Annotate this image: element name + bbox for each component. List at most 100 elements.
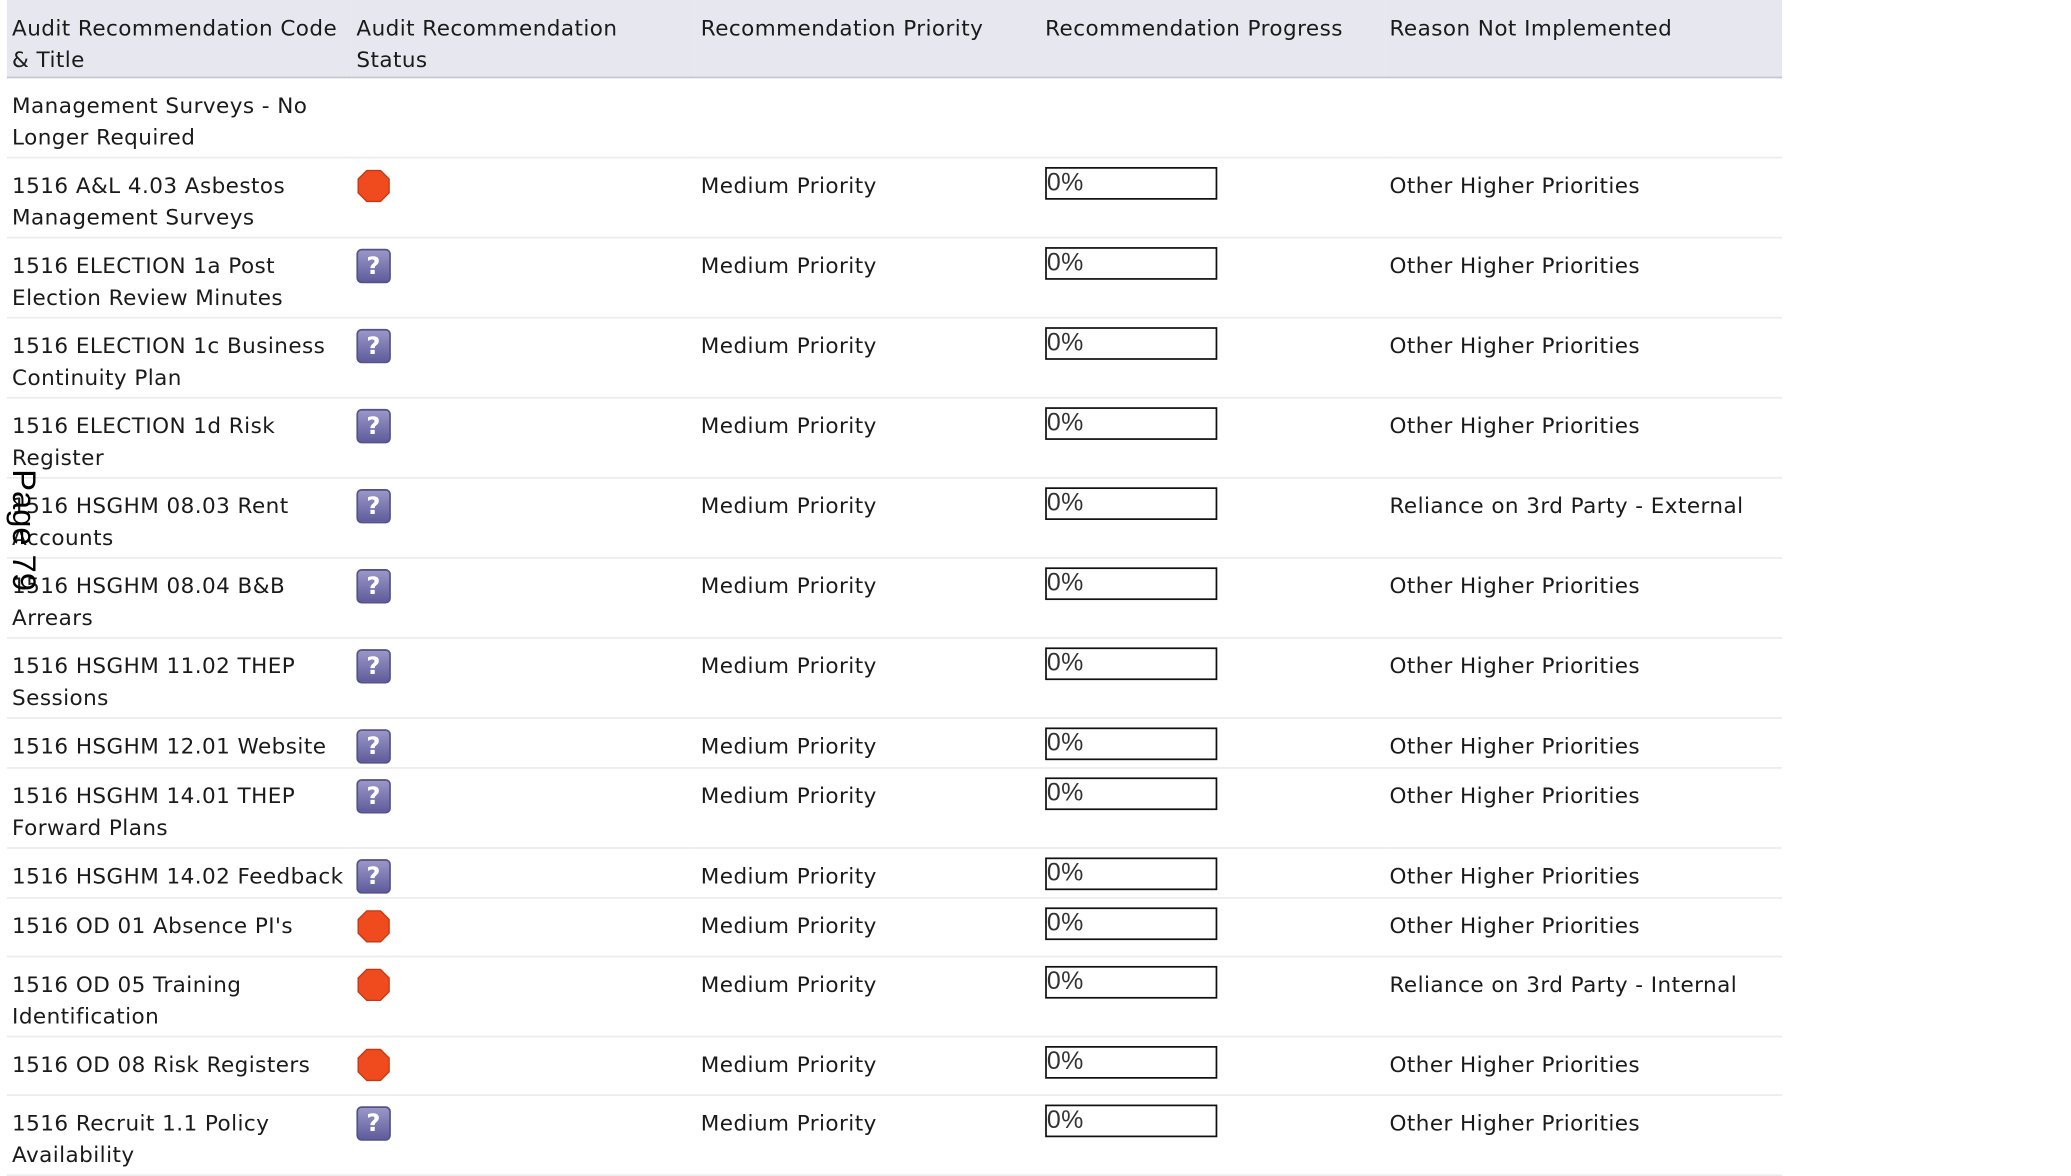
progress-bar: 0% — [1045, 857, 1218, 891]
stop-octagon-icon — [356, 169, 390, 203]
stop-octagon-icon — [356, 1048, 390, 1082]
question-mark-icon: ? — [356, 1106, 391, 1141]
column-header-status: Audit Recommendation Status — [356, 15, 618, 73]
progress-label: 0% — [1046, 328, 1084, 357]
reason-cell: Other Higher Priorities — [1389, 333, 1641, 359]
status-cell: ? — [351, 478, 695, 558]
status-cell — [351, 158, 695, 238]
priority-cell: Medium Priority — [700, 413, 877, 439]
progress-label: 0% — [1046, 488, 1084, 517]
priority-cell: Medium Priority — [700, 493, 877, 519]
progress-label: 0% — [1046, 1047, 1084, 1076]
progress-bar: 0% — [1045, 907, 1218, 941]
progress-cell: 0% — [1040, 768, 1384, 848]
priority-cell: Medium Priority — [700, 913, 877, 939]
progress-bar: 0% — [1045, 247, 1218, 280]
reason-cell: Other Higher Priorities — [1389, 863, 1641, 889]
question-mark-icon: ? — [356, 729, 391, 764]
question-mark-icon: ? — [356, 569, 391, 604]
column-header-priority: Recommendation Priority — [700, 15, 984, 41]
status-cell: ? — [351, 718, 695, 768]
progress-label: 0% — [1046, 408, 1084, 437]
report-page: Audit Recommendation Code & Title Audit … — [0, 0, 1783, 1176]
recommendation-title: 1516 HSGHM 12.01 Website — [12, 733, 327, 759]
question-mark-icon: ? — [356, 649, 391, 684]
recommendation-title: 1516 HSGHM 14.02 Feedback — [12, 863, 344, 889]
table-row: 1516 A&L 4.03 Asbestos Management Survey… — [6, 158, 1783, 238]
status-cell: ? — [351, 638, 695, 718]
progress-bar: 0% — [1045, 727, 1218, 761]
page-number-marker: Page 79 — [5, 469, 42, 592]
progress-bar: 0% — [1045, 777, 1218, 811]
table-row: 1516 HSGHM 08.03 Rent Accounts? Medium Pr… — [6, 478, 1783, 558]
reason-cell: Other Higher Priorities — [1389, 783, 1641, 809]
priority-cell: Medium Priority — [700, 971, 877, 997]
table-row-partial: Management Surveys - No Longer Required — [6, 77, 1783, 158]
progress-cell: 0% — [1040, 318, 1384, 398]
recommendation-title: 1516 Recruit 1.1 Policy Availability — [12, 1110, 270, 1168]
question-mark-icon: ? — [356, 779, 391, 814]
column-header-code-title: Audit Recommendation Code & Title — [12, 15, 338, 73]
status-cell — [351, 956, 695, 1036]
progress-label: 0% — [1046, 649, 1084, 677]
status-cell: ? — [351, 768, 695, 848]
stop-octagon-icon — [356, 909, 390, 943]
reason-cell: Other Higher Priorities — [1389, 173, 1641, 199]
progress-cell: 0% — [1040, 718, 1384, 768]
progress-label: 0% — [1046, 779, 1084, 807]
column-header-progress: Recommendation Progress — [1045, 15, 1343, 41]
question-mark-icon: ? — [356, 488, 391, 524]
stop-octagon-icon — [356, 968, 390, 1002]
priority-cell: Medium Priority — [700, 1110, 877, 1136]
progress-bar: 0% — [1045, 965, 1218, 999]
reason-cell: Other Higher Priorities — [1389, 413, 1641, 439]
reason-cell: Other Higher Priorities — [1389, 653, 1641, 679]
priority-cell: Medium Priority — [700, 253, 877, 279]
question-mark-icon: ? — [356, 859, 391, 894]
reason-cell: Other Higher Priorities — [1389, 1052, 1641, 1077]
recommendation-title: 1516 HSGHM 11.02 THEP Sessions — [12, 653, 296, 711]
recommendation-title: 1516 HSGHM 14.01 THEP Forward Plans — [12, 783, 296, 841]
reason-cell: Other Higher Priorities — [1389, 1110, 1641, 1136]
table-row: 1516 ELECTION 1a Post Election Review Mi… — [6, 238, 1783, 318]
progress-label: 0% — [1046, 967, 1084, 996]
status-cell: ? — [351, 318, 695, 398]
status-cell: ? — [351, 238, 695, 318]
recommendation-title: 1516 OD 01 Absence PI's — [12, 913, 294, 939]
status-cell: ? — [351, 398, 695, 478]
progress-cell: 0% — [1040, 478, 1384, 558]
progress-bar: 0% — [1045, 567, 1218, 601]
priority-cell: Medium Priority — [700, 783, 877, 809]
recommendations-table: Audit Recommendation Code & Title Audit … — [6, 0, 1783, 1176]
progress-bar: 0% — [1045, 327, 1218, 360]
column-header-reason: Reason Not Implemented — [1389, 15, 1673, 41]
recommendation-title: 1516 A&L 4.03 Asbestos Management Survey… — [12, 173, 286, 230]
table-row: 1516 ELECTION 1c Business Continuity Pla… — [6, 318, 1783, 398]
table-row: 1516 OD 01 Absence PI's Medium Priority 0%… — [6, 898, 1783, 957]
table-row: 1516 HSGHM 12.01 Website? Medium Priority… — [6, 718, 1783, 768]
progress-bar: 0% — [1045, 487, 1218, 520]
progress-label: 0% — [1046, 1106, 1084, 1134]
progress-bar: 0% — [1045, 407, 1218, 440]
priority-cell: Medium Priority — [700, 573, 877, 599]
recommendation-title: 1516 OD 08 Risk Registers — [12, 1052, 311, 1077]
table-row: 1516 Recruit 1.1 Policy Availability? Med… — [6, 1095, 1783, 1176]
table-row: 1516 HSGHM 14.02 Feedback? Medium Priorit… — [6, 848, 1783, 898]
progress-cell: 0% — [1040, 956, 1384, 1036]
progress-cell: 0% — [1040, 1095, 1384, 1175]
priority-cell: Medium Priority — [700, 863, 877, 889]
table-row: 1516 HSGHM 11.02 THEP Sessions? Medium Pr… — [6, 638, 1783, 718]
reason-cell: Reliance on 3rd Party - External — [1389, 493, 1744, 519]
priority-cell: Medium Priority — [700, 653, 877, 679]
reason-cell: Other Higher Priorities — [1389, 573, 1641, 599]
priority-cell: Medium Priority — [700, 333, 877, 359]
question-mark-icon: ? — [356, 328, 391, 364]
progress-cell: 0% — [1040, 398, 1384, 478]
table-row: 1516 OD 05 Training Identification Medium… — [6, 956, 1783, 1037]
recommendation-title: 1516 ELECTION 1a Post Election Review Mi… — [12, 253, 284, 310]
reason-cell: Other Higher Priorities — [1389, 733, 1641, 759]
progress-cell: 0% — [1040, 238, 1384, 318]
priority-cell: Medium Priority — [700, 173, 877, 199]
reason-cell: Reliance on 3rd Party - Internal — [1389, 971, 1738, 997]
recommendation-title: Management Surveys - No Longer Required — [12, 92, 308, 150]
